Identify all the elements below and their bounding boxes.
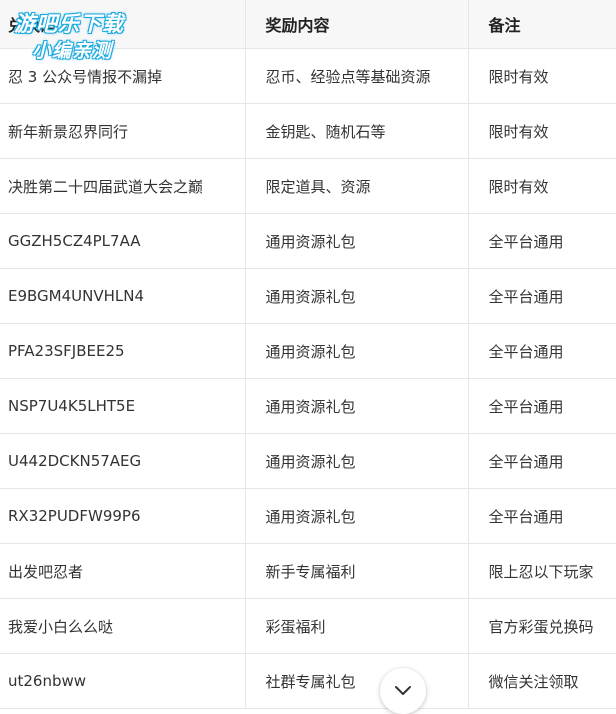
cell-code[interactable]: 忍 3 公众号情报不漏掉 — [0, 48, 246, 104]
cell-reward: 通用资源礼包 — [245, 268, 469, 324]
cell-note: 全平台通用 — [468, 433, 616, 489]
cell-code[interactable]: U442DCKN57AEG — [0, 433, 246, 489]
cell-note: 全平台通用 — [468, 323, 616, 379]
cell-note: 全平台通用 — [468, 378, 616, 434]
cell-reward: 通用资源礼包 — [245, 213, 469, 269]
cell-reward: 通用资源礼包 — [245, 378, 469, 434]
cell-code[interactable]: PFA23SFJBEE25 — [0, 323, 246, 379]
cell-code[interactable]: 出发吧忍者 — [0, 543, 246, 599]
cell-reward: 彩蛋福利 — [245, 598, 469, 654]
cell-note: 微信关注领取 — [468, 653, 616, 709]
cell-code[interactable]: E9BGM4UNVHLN4 — [0, 268, 246, 324]
table-row: 忍 3 公众号情报不漏掉 忍币、经验点等基础资源 限时有效 — [0, 48, 616, 104]
cell-code[interactable]: 新年新景忍界同行 — [0, 103, 246, 159]
cell-note: 全平台通用 — [468, 268, 616, 324]
cell-note: 全平台通用 — [468, 488, 616, 544]
cell-reward: 忍币、经验点等基础资源 — [245, 48, 469, 104]
table-row: PFA23SFJBEE25 通用资源礼包 全平台通用 — [0, 323, 616, 379]
cell-reward: 新手专属福利 — [245, 543, 469, 599]
table-body: 忍 3 公众号情报不漏掉 忍币、经验点等基础资源 限时有效 新年新景忍界同行 金钥匙、随… — [0, 48, 616, 709]
cell-note: 限时有效 — [468, 158, 616, 214]
header-reward: 奖励内容 — [245, 0, 469, 49]
cell-reward: 通用资源礼包 — [245, 488, 469, 544]
header-row: 兑换码 奖励内容 备注 — [0, 0, 616, 49]
cell-code[interactable]: 我爱小白么么哒 — [0, 598, 246, 654]
table-row: 出发吧忍者 新手专属福利 限上忍以下玩家 — [0, 543, 616, 599]
header-note: 备注 — [468, 0, 616, 49]
cell-reward: 限定道具、资源 — [245, 158, 469, 214]
table-row: ut26nbww 社群专属礼包 微信关注领取 — [0, 653, 616, 709]
header-code: 兑换码 — [0, 0, 246, 49]
cell-note: 限时有效 — [468, 103, 616, 159]
cell-code[interactable]: 决胜第二十四届武道大会之巅 — [0, 158, 246, 214]
redeem-code-table: 兑换码 奖励内容 备注 忍 3 公众号情报不漏掉 忍币、经验点等基础资源 限时有效新… — [0, 0, 616, 709]
cell-code[interactable]: GGZH5CZ4PL7AA — [0, 213, 246, 269]
table-row: 决胜第二十四届武道大会之巅 限定道具、资源 限时有效 — [0, 158, 616, 214]
table-row: E9BGM4UNVHLN4 通用资源礼包 全平台通用 — [0, 268, 616, 324]
table-header: 兑换码 奖励内容 备注 — [0, 0, 616, 49]
scroll-down-button[interactable] — [380, 668, 426, 714]
cell-code[interactable]: ut26nbww — [0, 653, 246, 709]
cell-code[interactable]: NSP7U4K5LHT5E — [0, 378, 246, 434]
table-row: RX32PUDFW99P6 通用资源礼包 全平台通用 — [0, 488, 616, 544]
table-row: GGZH5CZ4PL7AA 通用资源礼包 全平台通用 — [0, 213, 616, 269]
cell-note: 限时有效 — [468, 48, 616, 104]
cell-note: 全平台通用 — [468, 213, 616, 269]
cell-code[interactable]: RX32PUDFW99P6 — [0, 488, 246, 544]
chevron-down-icon — [394, 685, 412, 697]
cell-reward: 金钥匙、随机石等 — [245, 103, 469, 159]
cell-reward: 社群专属礼包 — [245, 653, 469, 709]
table-row: NSP7U4K5LHT5E 通用资源礼包 全平台通用 — [0, 378, 616, 434]
table-row: 我爱小白么么哒 彩蛋福利 官方彩蛋兑换码 — [0, 598, 616, 654]
table-row: 新年新景忍界同行 金钥匙、随机石等 限时有效 — [0, 103, 616, 159]
cell-note: 官方彩蛋兑换码 — [468, 598, 616, 654]
cell-note: 限上忍以下玩家 — [468, 543, 616, 599]
table-row: U442DCKN57AEG 通用资源礼包 全平台通用 — [0, 433, 616, 489]
cell-reward: 通用资源礼包 — [245, 433, 469, 489]
cell-reward: 通用资源礼包 — [245, 323, 469, 379]
